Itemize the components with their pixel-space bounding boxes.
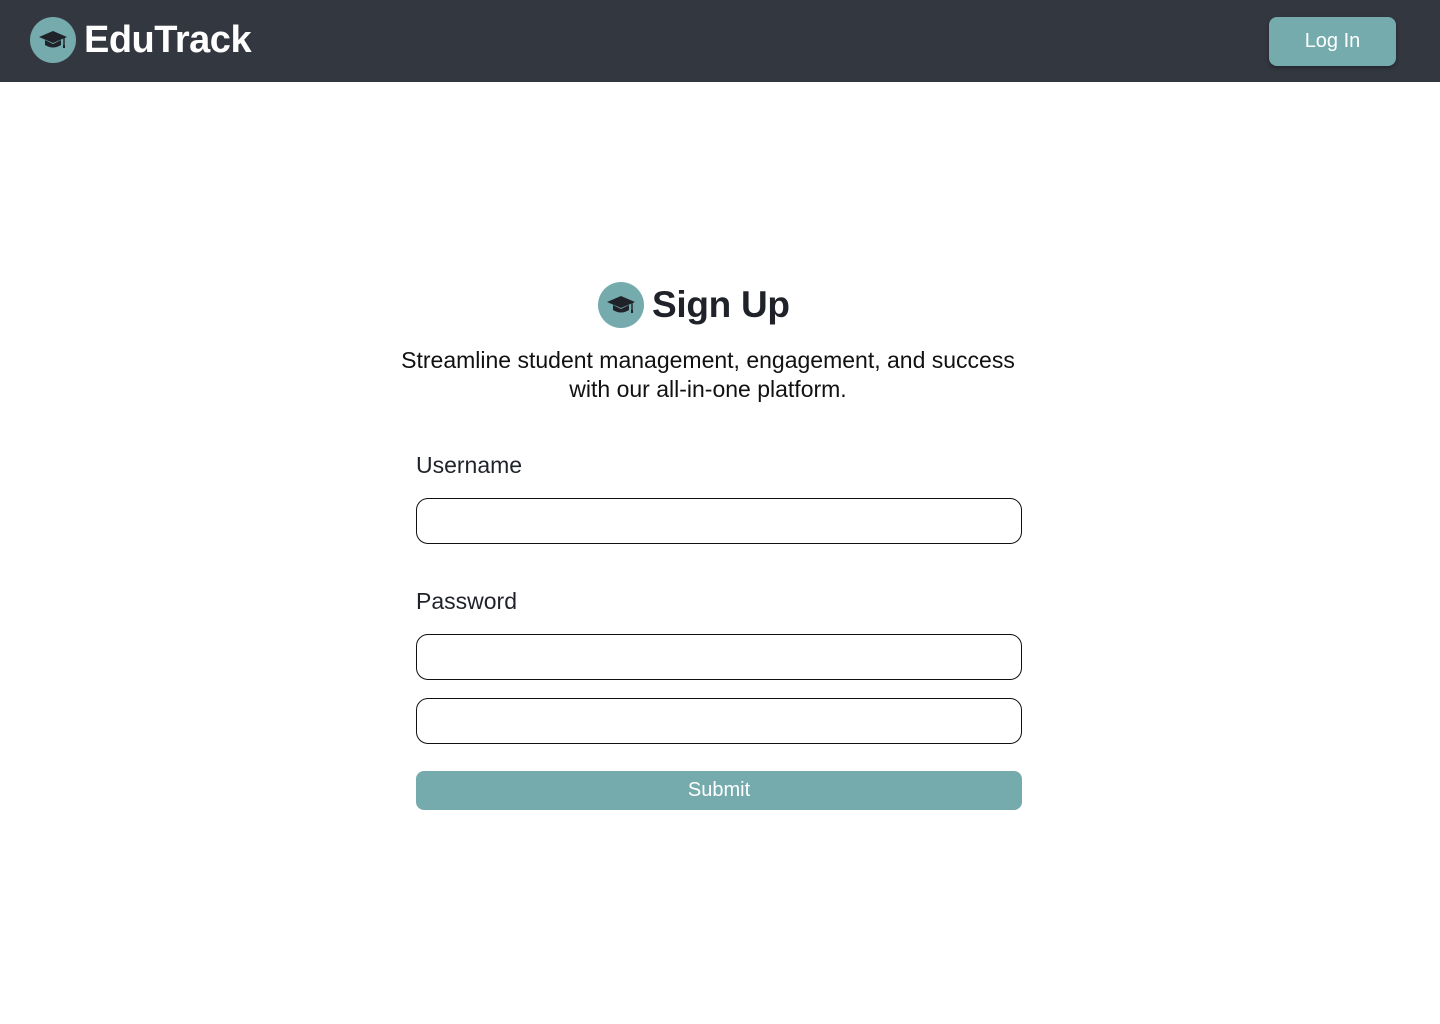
password-input[interactable] [416, 634, 1022, 680]
graduation-cap-icon [598, 282, 644, 328]
brand-name: EduTrack [84, 18, 252, 61]
login-button[interactable]: Log In [1269, 17, 1396, 66]
confirm-password-input[interactable] [416, 698, 1022, 744]
top-navbar: EduTrack Log In [0, 0, 1440, 82]
username-label: Username [416, 452, 523, 478]
form-heading: Sign Up [598, 282, 790, 328]
graduation-cap-icon [30, 17, 76, 63]
submit-button[interactable]: Submit [416, 771, 1022, 810]
password-label: Password [416, 588, 517, 614]
page-subtitle: Streamline student management, engagemen… [401, 347, 1015, 402]
page-title: Sign Up [652, 284, 790, 325]
username-input[interactable] [416, 498, 1022, 544]
brand[interactable]: EduTrack [30, 17, 252, 63]
